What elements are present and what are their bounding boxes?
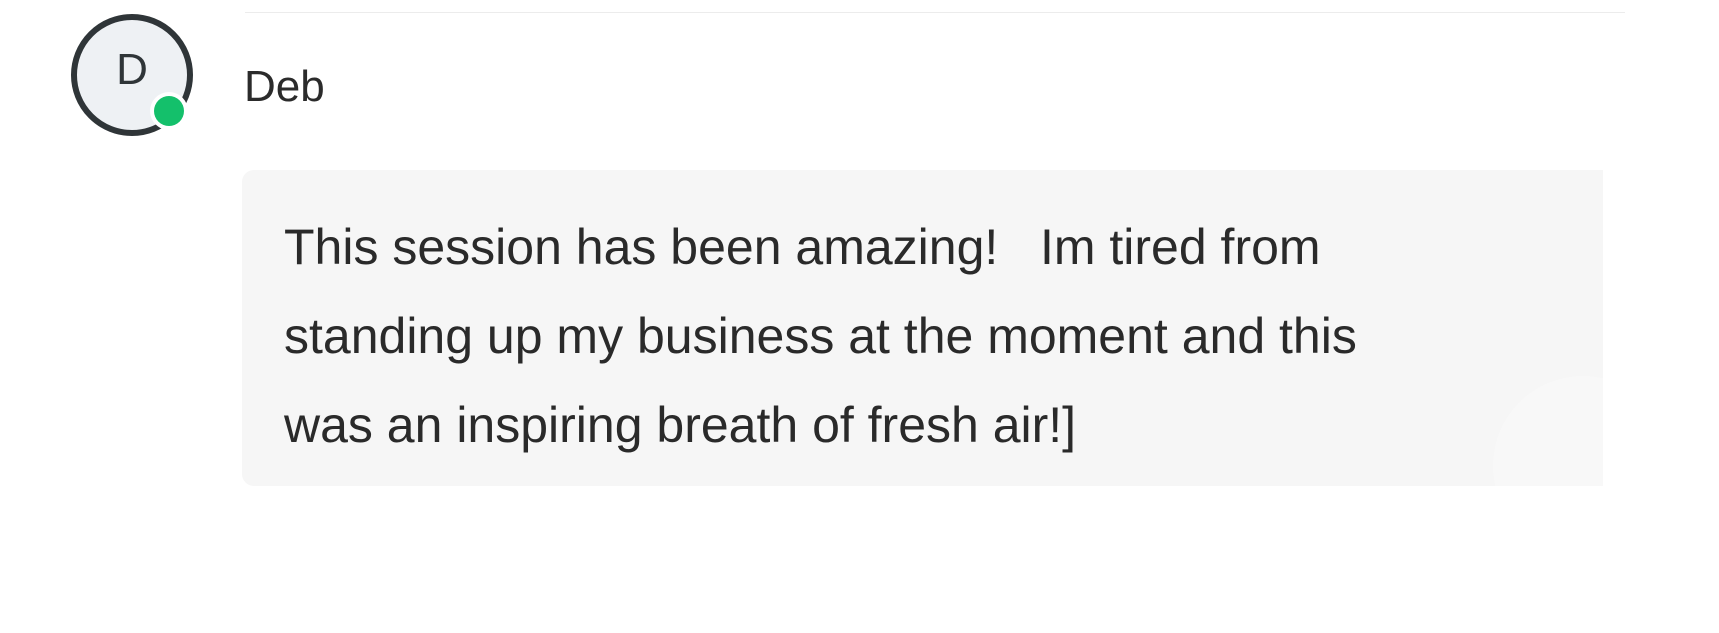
- author-name[interactable]: Deb: [244, 60, 325, 114]
- chat-message: D Deb This session has been amazing! Im …: [0, 0, 1719, 633]
- avatar-initial: D: [116, 45, 148, 94]
- message-text: This session has been amazing! Im tired …: [284, 219, 1357, 453]
- message-bubble: This session has been amazing! Im tired …: [242, 170, 1603, 486]
- online-status-icon: [150, 92, 188, 130]
